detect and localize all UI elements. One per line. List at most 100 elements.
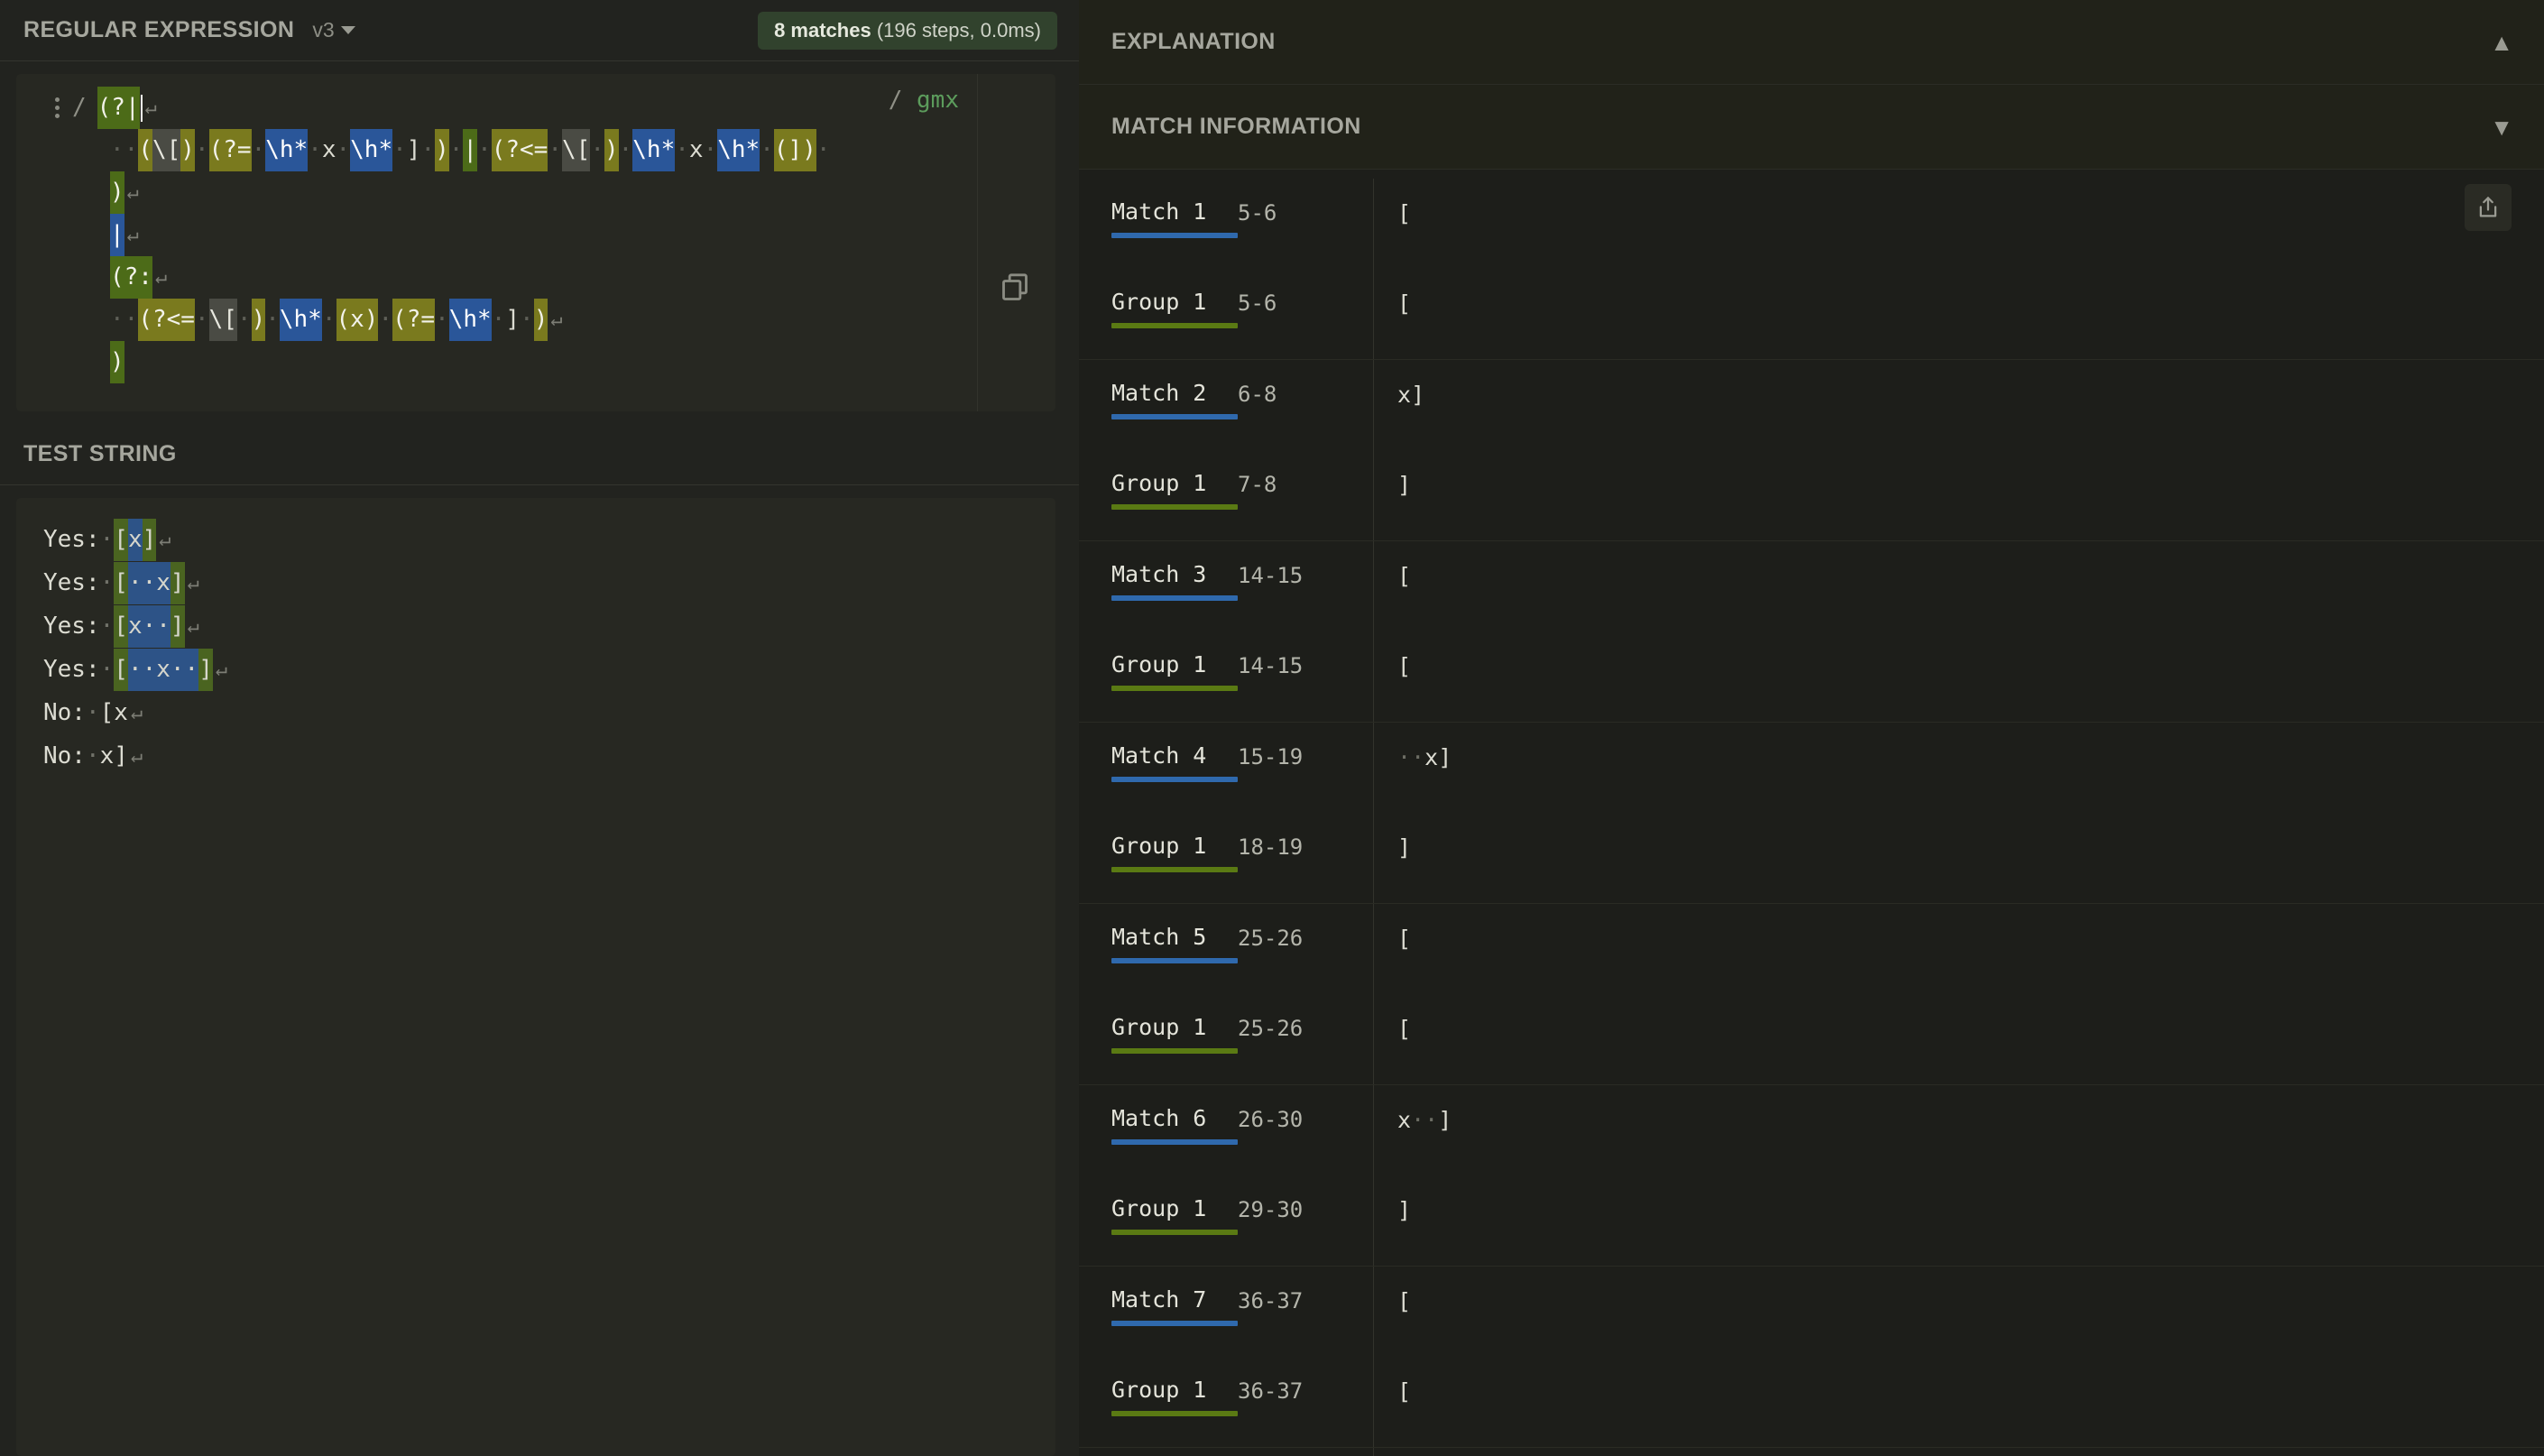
match-label-wrapper: Group 1 — [1111, 269, 1238, 328]
match-row[interactable]: Match 3 14-15 [ — [1079, 541, 2544, 631]
group-label: Group 1 — [1111, 470, 1207, 496]
match-range: 25-26 — [1238, 926, 1304, 951]
regex-line[interactable]: · · (?<= · \[·) · \h* · (x) · (?= · \h* ·] ·) ↵ — [16, 299, 977, 341]
test-string-text: ↵ — [215, 658, 228, 681]
test-string-text: · — [99, 655, 115, 683]
regex-line[interactable]: ) ↵ — [16, 171, 977, 214]
test-string-line[interactable]: Yes: ·[x··] ↵ — [16, 604, 1055, 648]
group-color-bar — [1111, 1230, 1238, 1235]
match-value: ] — [1373, 813, 2544, 903]
regex-version-label: v3 — [312, 18, 335, 41]
match-value: [ — [1373, 631, 2544, 722]
test-string-line[interactable]: Yes: ·[x] ↵ — [16, 518, 1055, 561]
match-range: 26-30 — [1238, 1107, 1304, 1132]
group-row[interactable]: Group 1 5-6 [ — [1079, 269, 2544, 359]
regex-line[interactable]: · ·(\[) · (?= · \h* · x · \h* ·] ·) · | · (?<= · \[·) · \h*… — [16, 129, 977, 171]
match-row[interactable]: Match 837-43··x··] — [1079, 1448, 2544, 1456]
regex-token: ) — [604, 129, 619, 171]
match-range: 14-15 — [1238, 563, 1304, 588]
explanation-section-header[interactable]: EXPLANATION ▲ — [1079, 0, 2544, 85]
regex-token: · — [448, 136, 464, 163]
test-string-line[interactable]: No: · [x ↵ — [16, 691, 1055, 734]
group-label: Group 1 — [1111, 289, 1207, 315]
regex-token: · — [435, 306, 449, 333]
regex-line[interactable]: (?: ↵ — [16, 256, 977, 299]
text-cursor — [140, 94, 143, 122]
match-value: [ — [1373, 1357, 2544, 1447]
match-row[interactable]: Match 1 5-6 [ — [1079, 179, 2544, 269]
match-color-bar — [1111, 777, 1238, 782]
test-string-line[interactable]: Yes: ·[··x] ↵ — [16, 561, 1055, 604]
regex-token: | — [463, 129, 478, 171]
test-string-text: ↵ — [130, 701, 143, 724]
regex-editor[interactable]: / gmx / (?| ↵ · ·(\[) · (?= · \h* · x · \h* ·] ·) · | · (?… — [16, 74, 1055, 411]
regex-line[interactable]: / (?| ↵ — [16, 87, 977, 129]
match-information-title: MATCH INFORMATION — [1111, 114, 1361, 139]
chevron-up-icon[interactable]: ▲ — [2490, 31, 2513, 54]
regex-token: x — [688, 136, 704, 163]
regex-line[interactable]: | ↵ — [16, 214, 977, 256]
regex-token: · — [392, 136, 407, 163]
regex-token: ) — [110, 171, 124, 214]
regex-token: · — [760, 136, 774, 163]
regex-token: · — [110, 306, 124, 333]
regex-token: ↵ — [154, 266, 168, 289]
match-label-wrapper: Group 1 — [1111, 450, 1238, 510]
regex-editor-content[interactable]: / gmx / (?| ↵ · ·(\[) · (?= · \h* · x · \h* ·] ·) · | · (?… — [16, 74, 977, 411]
regex-token: | — [110, 214, 124, 256]
group-label: Group 1 — [1111, 1377, 1207, 1403]
chevron-down-icon[interactable]: ▼ — [2490, 115, 2513, 139]
match-row[interactable]: Match 6 26-30 x··] — [1079, 1085, 2544, 1175]
right-column: EXPLANATION ▲ MATCH INFORMATION ▼ Match … — [1079, 0, 2544, 1456]
match-range: 36-37 — [1238, 1288, 1304, 1313]
test-string-content[interactable]: Yes: ·[x] ↵ Yes: ·[··x] ↵ Yes: ·[x··] ↵ Yes: ·[··x… — [16, 518, 1055, 778]
regex-token: · — [251, 136, 266, 163]
regex-token: \[ — [562, 129, 591, 171]
regex-token: x — [321, 136, 336, 163]
match-information-section-header[interactable]: MATCH INFORMATION ▼ — [1079, 85, 2544, 170]
copy-icon[interactable] — [997, 270, 1033, 306]
match-row[interactable]: Match 2 6-8 x] — [1079, 360, 2544, 450]
export-icon[interactable] — [2465, 184, 2512, 231]
test-string-editor[interactable]: Yes: ·[x] ↵ Yes: ·[··x] ↵ Yes: ·[x··] ↵ Yes: ·[··x… — [16, 498, 1055, 1456]
regex-token: ↵ — [144, 97, 157, 119]
match-block: Match 837-43··x··]Group 142-43] — [1079, 1447, 2544, 1456]
group-row[interactable]: Group 1 25-26 [ — [1079, 994, 2544, 1084]
regex-version-selector[interactable]: v3 — [312, 18, 355, 42]
regex-token: · — [590, 136, 604, 163]
match-label-wrapper: Group 1 — [1111, 1175, 1238, 1235]
group-row[interactable]: Group 1 7-8] — [1079, 450, 2544, 540]
group-row[interactable]: Group 1 29-30] — [1079, 1175, 2544, 1266]
match-label-wrapper: Group 1 — [1111, 994, 1238, 1054]
match-block: Match 7 36-37 [ Group 1 36-37 [ — [1079, 1266, 2544, 1447]
group-row[interactable]: Group 1 18-19] — [1079, 813, 2544, 903]
match-row[interactable]: Match 4 15-19 ··x] — [1079, 723, 2544, 813]
match-block: Match 5 25-26 [Group 1 25-26 [ — [1079, 903, 2544, 1084]
match-label-wrapper: Match 5 — [1111, 904, 1238, 963]
match-highlight: ] — [170, 604, 185, 648]
match-label: Match 6 — [1111, 1105, 1207, 1131]
match-range: 14-15 — [1238, 653, 1304, 678]
regex-token: · — [194, 136, 209, 163]
test-string-line[interactable]: No: · x] ↵ — [16, 734, 1055, 778]
regex-line[interactable]: ) — [16, 341, 977, 383]
match-value: [ — [1373, 541, 2544, 631]
test-string-title: TEST STRING — [23, 441, 177, 466]
match-value: x··] — [1373, 1085, 2544, 1175]
test-string-header: TEST STRING — [0, 424, 1079, 485]
group-row[interactable]: Group 1 36-37 [ — [1079, 1357, 2544, 1447]
drag-handle-icon[interactable] — [54, 97, 60, 118]
regex-source[interactable]: / (?| ↵ · ·(\[) · (?= · \h* · x · \h* ·] ·) · | · (?<= · \[·… — [16, 87, 977, 383]
match-row[interactable]: Match 5 25-26 [ — [1079, 904, 2544, 994]
group-row[interactable]: Group 1 14-15 [ — [1079, 631, 2544, 722]
regex-flags[interactable]: / gmx — [889, 87, 959, 114]
test-string-text: · — [99, 525, 115, 553]
regex-token: ↵ — [550, 309, 563, 331]
test-string-line[interactable]: Yes: ·[··x··] ↵ — [16, 648, 1055, 691]
regex-token: ) — [251, 299, 266, 341]
regex-token: ↵ — [126, 224, 139, 246]
regex-token: ) — [180, 129, 195, 171]
match-row[interactable]: Match 7 36-37 [ — [1079, 1267, 2544, 1357]
match-range: 36-37 — [1238, 1378, 1304, 1404]
match-highlight: ··x — [127, 561, 171, 604]
